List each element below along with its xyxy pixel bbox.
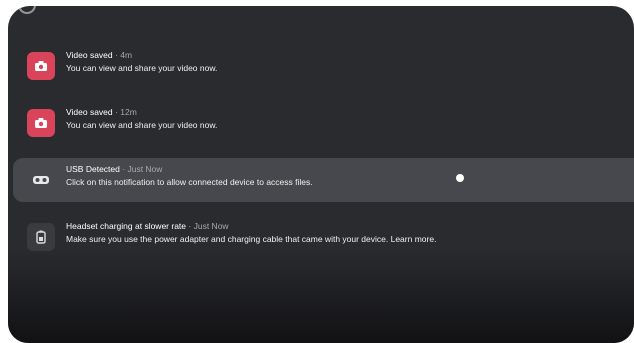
pointer-cursor — [456, 174, 464, 182]
notification-body: Make sure you use the power adapter and … — [66, 234, 437, 244]
notification-time: 4m — [120, 50, 133, 60]
headset-icon — [27, 166, 55, 194]
notification-time: Just Now — [193, 221, 229, 231]
camera-icon — [27, 109, 55, 137]
notification-title: USB Detected · Just Now — [66, 164, 163, 174]
notification-time: Just Now — [127, 164, 163, 174]
notification-title: Headset charging at slower rate · Just N… — [66, 221, 229, 231]
notification-panel: Video saved · 4m You can view and share … — [8, 6, 634, 343]
notification-title: Video saved · 12m — [66, 107, 137, 117]
notification-headset-charging[interactable]: Headset charging at slower rate · Just N… — [13, 215, 634, 259]
notification-body: You can view and share your video now. — [66, 63, 218, 73]
battery-icon — [27, 223, 55, 251]
notification-title: Video saved · 4m — [66, 50, 133, 60]
notification-body: Click on this notification to allow conn… — [66, 177, 313, 187]
notification-body: You can view and share your video now. — [66, 120, 218, 130]
status-icon — [18, 6, 36, 14]
notification-time: 12m — [120, 107, 137, 117]
notification-usb-detected[interactable]: USB Detected · Just Now Click on this no… — [13, 158, 634, 202]
notification-video-saved-12m[interactable]: Video saved · 12m You can view and share… — [13, 101, 634, 145]
notification-video-saved-4m[interactable]: Video saved · 4m You can view and share … — [13, 44, 634, 88]
camera-icon — [27, 52, 55, 80]
